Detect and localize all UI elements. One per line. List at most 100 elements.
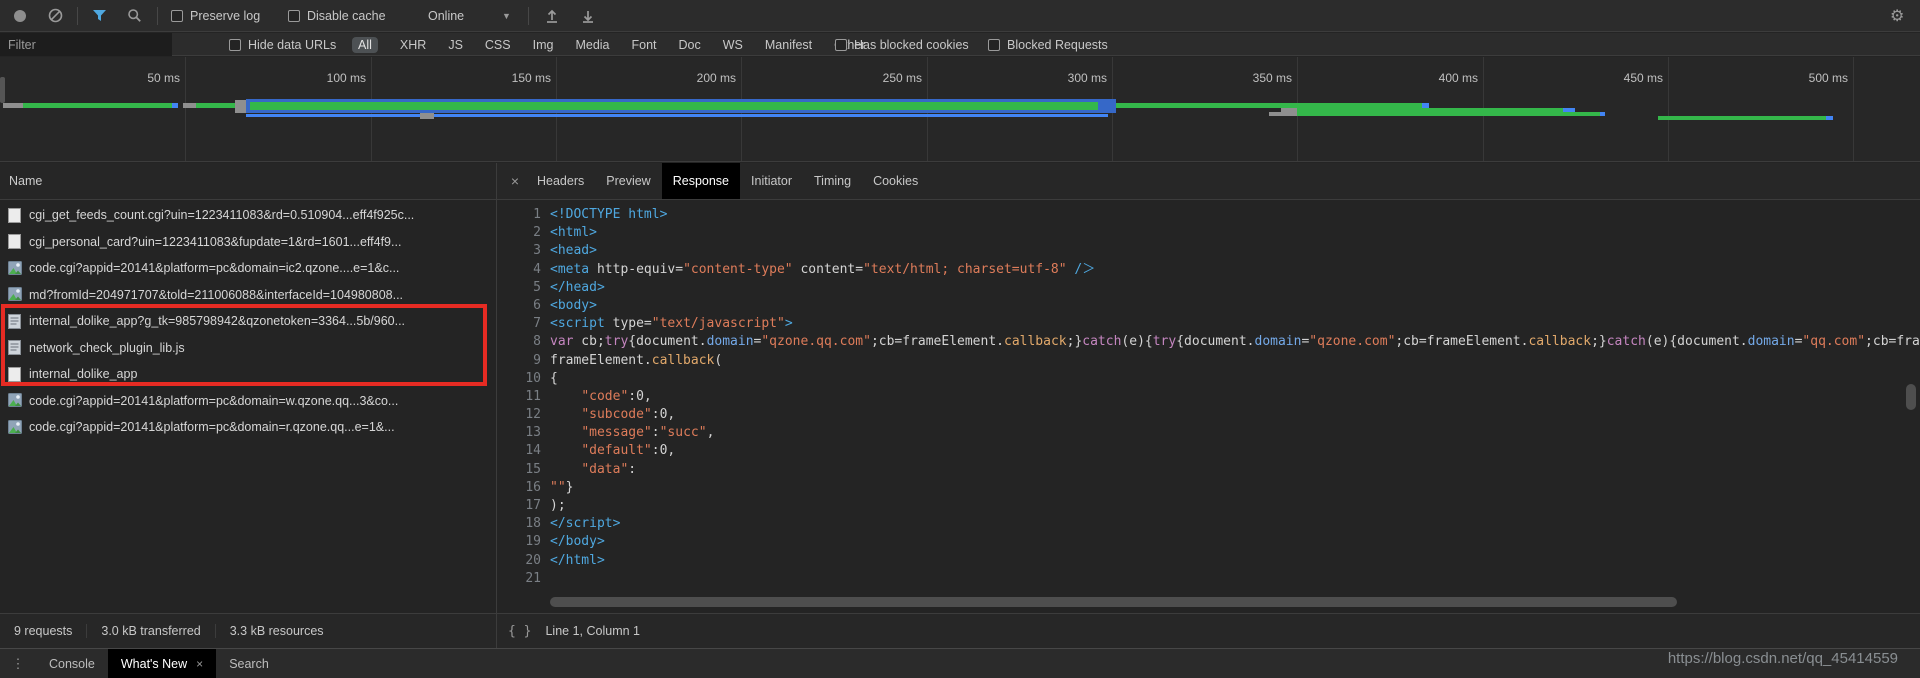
code-token: {document. [628,334,706,349]
filter-toggle-button[interactable] [92,0,107,31]
filter-type-ws[interactable]: WS [723,38,743,52]
has-blocked-cookies-checkbox[interactable]: Has blocked cookies [835,33,969,56]
tab-headers[interactable]: Headers [526,163,595,199]
table-row-request[interactable]: md?fromId=204971707&told=211006088&inter… [0,282,496,309]
import-har-button[interactable] [544,0,560,31]
overview-drag-handle[interactable] [0,77,5,103]
network-filter-bar: Filter Hide data URLs All XHR JS CSS Img Medi… [0,33,1920,56]
disable-cache-label: Disable cache [307,9,386,23]
search-button[interactable] [127,0,142,31]
filter-type-js[interactable]: JS [448,38,463,52]
filter-input[interactable]: Filter [0,33,172,56]
hide-data-urls-label: Hide data URLs [248,38,336,52]
table-row-request[interactable]: cgi_personal_card?uin=1223411083&fupdate… [0,229,496,256]
record-button[interactable] [14,0,26,31]
table-row-request[interactable]: network_check_plugin_lib.js [0,335,496,362]
format-pretty-print-icon[interactable]: { } [508,624,531,639]
line-number: 2 [505,224,541,242]
toolbar-separator [77,7,78,25]
filter-type-img[interactable]: Img [533,38,554,52]
code-token: "succ" [660,425,707,440]
blocked-requests-checkbox[interactable]: Blocked Requests [988,33,1108,56]
code-line: 8var cb;try{document.domain="qzone.qq.co… [497,333,1920,351]
line-number: 4 [505,261,541,279]
code-line: 14 "default":0, [497,442,1920,460]
filter-type-all[interactable]: All [352,37,378,53]
filter-type-media[interactable]: Media [575,38,609,52]
timeline-tick-label: 100 ms [286,71,366,85]
drawer-menu-button[interactable]: ⋮ [0,649,36,678]
detail-tab-bar: × HeadersPreviewResponseInitiatorTimingC… [497,163,1920,200]
clear-button[interactable] [48,0,63,31]
code-token: ;cb=frameElement. [1395,334,1528,349]
timeline-gridline [185,57,186,162]
response-source-viewer[interactable]: 1<!DOCTYPE html>2<html>3<head>4<meta htt… [497,200,1920,598]
column-header-name[interactable]: Name [0,163,496,200]
network-overview-timeline[interactable]: 50 ms100 ms150 ms200 ms250 ms300 ms350 m… [0,57,1920,162]
waterfall-bar [250,102,1098,110]
code-line: 3<head> [497,242,1920,260]
code-line: 12 "subcode":0, [497,406,1920,424]
code-token: content= [793,262,863,277]
img-icon [8,393,22,408]
table-row-request[interactable]: internal_dolike_app?g_tk=985798942&qzone… [0,308,496,335]
close-tab-icon[interactable]: × [196,657,203,671]
filter-type-doc[interactable]: Doc [679,38,701,52]
script-icon [8,314,21,329]
code-token: :0, [652,443,675,458]
document-icon [8,208,21,223]
drawer-tab-search[interactable]: Search [216,649,282,678]
checkbox-icon [229,39,241,51]
close-detail-icon[interactable]: × [504,163,526,199]
code-line: 7<script type="text/javascript"> [497,315,1920,333]
tab-timing[interactable]: Timing [803,163,862,199]
settings-button[interactable]: ⚙ [1890,0,1904,31]
code-token: callback [1004,334,1067,349]
line-number: 21 [505,570,541,588]
disable-cache-checkbox[interactable]: Disable cache [288,0,386,31]
code-token: "text/javascript" [652,316,785,331]
filter-type-css[interactable]: CSS [485,38,511,52]
code-line: 17); [497,497,1920,515]
code-token: : [628,462,636,477]
table-row-request[interactable]: cgi_get_feeds_count.cgi?uin=1223411083&r… [0,202,496,229]
code-token: frameElement. [550,353,652,368]
tab-initiator[interactable]: Initiator [740,163,803,199]
drawer-tab-console[interactable]: Console [36,649,108,678]
horizontal-scrollbar-thumb[interactable] [550,597,1677,607]
table-row-request[interactable]: code.cgi?appid=20141&platform=pc&domain=… [0,388,496,415]
code-token: {document. [1176,334,1254,349]
export-har-button[interactable] [580,0,596,31]
code-token [550,407,581,422]
vertical-scrollbar-thumb[interactable] [1906,384,1916,410]
code-token: domain [707,334,754,349]
tab-preview[interactable]: Preview [595,163,661,199]
throttling-dropdown[interactable]: Online [428,0,464,31]
code-token: /＞ [1067,262,1096,277]
filter-type-xhr[interactable]: XHR [400,38,426,52]
code-token: (e){document. [1646,334,1748,349]
filter-type-manifest[interactable]: Manifest [765,38,812,52]
watermark-url: https://blog.csdn.net/qq_45414559 [1668,650,1898,667]
transferred-size: 3.0 kB transferred [86,624,214,638]
table-row-request[interactable]: internal_dolike_app [0,361,496,388]
img-icon [8,261,22,276]
throttling-caret[interactable]: ▼ [502,0,511,31]
checkbox-icon [835,39,847,51]
waterfall-bar [1658,116,1826,120]
code-token: <meta [550,262,589,277]
tab-response[interactable]: Response [662,163,740,199]
hide-data-urls-checkbox[interactable]: Hide data URLs [229,33,336,56]
waterfall-bar [23,103,172,108]
table-row-request[interactable]: code.cgi?appid=20141&platform=pc&domain=… [0,414,496,441]
table-row-request[interactable]: code.cgi?appid=20141&platform=pc&domain=… [0,255,496,282]
code-token: > [785,316,793,331]
tab-cookies[interactable]: Cookies [862,163,929,199]
filter-type-font[interactable]: Font [632,38,657,52]
preserve-log-checkbox[interactable]: Preserve log [171,0,260,31]
code-token: "subcode" [581,407,651,422]
filter-placeholder: Filter [8,38,36,52]
search-icon [127,8,142,23]
drawer-tab-whats-new[interactable]: What's New × [108,649,216,678]
code-token: domain [1255,334,1302,349]
